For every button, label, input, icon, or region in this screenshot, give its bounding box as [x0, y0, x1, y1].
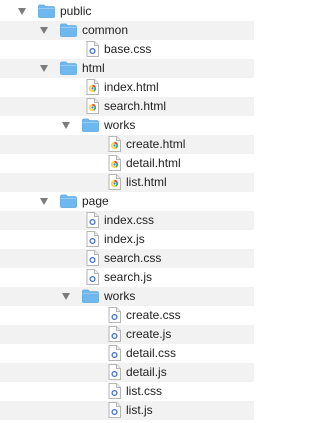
- file-tree: public common base.css html index.html s…: [0, 0, 254, 423]
- folder-icon: [60, 61, 77, 78]
- css-file-icon: [108, 383, 121, 402]
- js-file-icon: [108, 364, 121, 383]
- folder-icon: [38, 4, 55, 21]
- tree-file-row[interactable]: create.html: [0, 135, 254, 154]
- tree-file-row[interactable]: create.css: [0, 306, 254, 325]
- disclosure-triangle-icon[interactable]: [62, 293, 70, 300]
- folder-icon: [82, 118, 99, 135]
- tree-item-label: page: [82, 194, 109, 208]
- tree-item-label: create.css: [126, 308, 181, 322]
- folder-icon: [82, 289, 99, 306]
- tree-item-label: detail.js: [126, 365, 167, 379]
- html-file-icon: [86, 98, 99, 117]
- html-file-icon: [108, 174, 121, 193]
- tree-item-label: create.html: [126, 137, 186, 151]
- css-file-icon: [86, 212, 99, 231]
- tree-item-label: html: [82, 61, 105, 75]
- tree-file-row[interactable]: list.html: [0, 173, 254, 192]
- tree-item-label: index.html: [104, 80, 159, 94]
- tree-item-label: create.js: [126, 327, 172, 341]
- tree-item-label: base.css: [104, 42, 152, 56]
- tree-file-row[interactable]: search.css: [0, 249, 254, 268]
- js-file-icon: [108, 326, 121, 345]
- folder-icon: [60, 194, 77, 211]
- tree-file-row[interactable]: detail.html: [0, 154, 254, 173]
- html-file-icon: [108, 155, 121, 174]
- disclosure-triangle-icon[interactable]: [40, 198, 48, 205]
- tree-item-label: search.js: [104, 270, 153, 284]
- tree-folder-row[interactable]: public: [0, 2, 254, 21]
- folder-icon: [60, 23, 77, 40]
- tree-item-label: public: [60, 4, 92, 18]
- tree-item-label: list.css: [126, 384, 162, 398]
- tree-item-label: search.css: [104, 251, 162, 265]
- css-file-icon: [86, 250, 99, 269]
- disclosure-triangle-icon[interactable]: [62, 122, 70, 129]
- html-file-icon: [86, 79, 99, 98]
- css-file-icon: [86, 41, 99, 60]
- tree-file-row[interactable]: index.css: [0, 211, 254, 230]
- tree-file-row[interactable]: detail.css: [0, 344, 254, 363]
- tree-folder-row[interactable]: html: [0, 59, 254, 78]
- disclosure-triangle-icon[interactable]: [40, 27, 48, 34]
- tree-item-label: index.js: [104, 232, 145, 246]
- tree-file-row[interactable]: index.html: [0, 78, 254, 97]
- tree-item-label: list.html: [126, 175, 167, 189]
- tree-item-label: common: [82, 23, 129, 37]
- js-file-icon: [108, 402, 121, 421]
- tree-item-label: detail.html: [126, 156, 181, 170]
- tree-file-row[interactable]: search.js: [0, 268, 254, 287]
- tree-folder-row[interactable]: page: [0, 192, 254, 211]
- html-file-icon: [108, 136, 121, 155]
- disclosure-triangle-icon[interactable]: [40, 65, 48, 72]
- tree-file-row[interactable]: index.js: [0, 230, 254, 249]
- css-file-icon: [108, 307, 121, 326]
- tree-folder-row[interactable]: works: [0, 287, 254, 306]
- disclosure-triangle-icon[interactable]: [18, 8, 26, 15]
- tree-file-row[interactable]: base.css: [0, 40, 254, 59]
- tree-folder-row[interactable]: works: [0, 116, 254, 135]
- tree-file-row[interactable]: create.js: [0, 325, 254, 344]
- css-file-icon: [108, 345, 121, 364]
- tree-file-row[interactable]: list.js: [0, 401, 254, 420]
- js-file-icon: [86, 231, 99, 250]
- js-file-icon: [86, 269, 99, 288]
- tree-item-label: search.html: [104, 99, 167, 113]
- tree-item-label: works: [104, 289, 136, 303]
- tree-item-label: works: [104, 118, 136, 132]
- tree-file-row[interactable]: detail.js: [0, 363, 254, 382]
- tree-file-row[interactable]: list.css: [0, 382, 254, 401]
- tree-item-label: detail.css: [126, 346, 177, 360]
- tree-folder-row[interactable]: common: [0, 21, 254, 40]
- tree-file-row[interactable]: search.html: [0, 97, 254, 116]
- tree-item-label: list.js: [126, 403, 153, 417]
- tree-item-label: index.css: [104, 213, 155, 227]
